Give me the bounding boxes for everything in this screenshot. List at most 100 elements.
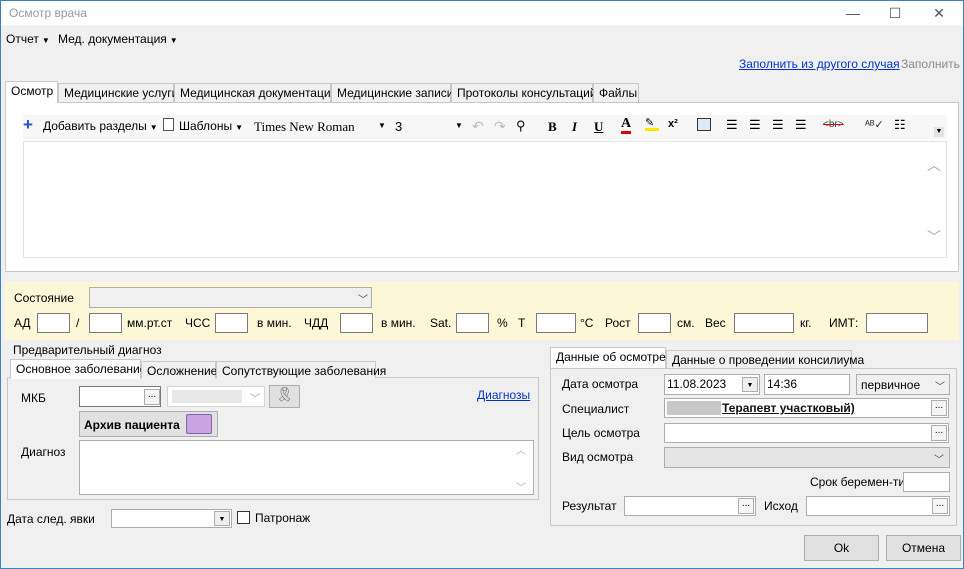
chevron-down-icon: ﹀ — [935, 382, 945, 393]
tab-files[interactable]: Файлы — [593, 83, 639, 102]
height-label: Рост — [605, 316, 631, 330]
temperature-unit: °С — [580, 316, 594, 330]
specialist-label: Специалист — [562, 402, 630, 416]
caret-down-icon: ▼ — [455, 121, 463, 130]
ok-button[interactable]: Ok — [804, 535, 879, 561]
font-family-select[interactable]: Times New Roman ▼ — [251, 117, 389, 137]
cancel-button[interactable]: Отмена — [886, 535, 961, 561]
heart-rate-label: ЧСС — [185, 316, 211, 330]
templates-label: Шаблоны — [179, 119, 233, 133]
bold-icon[interactable]: B — [548, 119, 557, 135]
patient-archive-button[interactable]: Архив пациента — [79, 411, 218, 437]
tab-medical-records[interactable]: Медицинские записи — [331, 83, 454, 102]
scroll-up-icon[interactable]: ︿ — [516, 442, 526, 457]
pregnancy-term-label: Срок беремен-ти — [810, 475, 906, 489]
diagnosis-textarea[interactable]: ︿ ﹀ — [79, 440, 534, 495]
bp-diastolic-input[interactable] — [89, 313, 122, 333]
result-lookup-button[interactable]: ... — [738, 498, 754, 514]
exam-time-value: 14:36 — [767, 377, 798, 391]
align-left-icon[interactable]: ☰ — [726, 117, 738, 133]
clear-format-icon[interactable]: <br> — [823, 119, 844, 130]
specialist-lookup-button[interactable]: ... — [931, 400, 947, 416]
minimize-button[interactable]: — — [843, 3, 863, 23]
ribbon-icon[interactable]: 🎗 — [269, 385, 300, 408]
calendar-dropdown-icon[interactable]: ▼ — [214, 511, 230, 526]
exam-text-editor[interactable] — [23, 141, 947, 258]
align-justify-icon[interactable]: ☰ — [795, 117, 807, 133]
mkb-name-select[interactable]: ﹀ — [167, 386, 265, 407]
find-binoculars-icon[interactable]: ⚲ — [516, 118, 526, 134]
redo-icon[interactable]: ↷ — [494, 118, 506, 135]
pregnancy-term-input[interactable] — [903, 472, 950, 492]
tab-main-disease[interactable]: Основное заболевание — [10, 359, 146, 379]
mkb-lookup-button[interactable]: ... — [144, 389, 160, 405]
outcome-input[interactable]: ... — [806, 496, 950, 516]
undo-icon[interactable]: ↶ — [472, 118, 484, 135]
scroll-up-icon[interactable]: ︿ — [927, 155, 941, 175]
exam-type-select[interactable]: первичное ﹀ — [856, 374, 950, 395]
diagnoses-link[interactable]: Диагнозы — [477, 388, 530, 402]
superscript-icon[interactable]: x² — [668, 118, 678, 130]
heart-rate-unit: в мин. — [257, 316, 292, 330]
tab-concomitant-diseases[interactable]: Сопутствующие заболевания — [216, 361, 386, 378]
font-color-icon[interactable]: A — [621, 117, 632, 134]
exam-purpose-label: Цель осмотра — [562, 426, 640, 440]
list-icon[interactable]: ☷ — [894, 117, 906, 133]
menu-bar: Отчет ▼ Мед. документация ▼ — [1, 27, 963, 49]
result-input[interactable]: ... — [624, 496, 756, 516]
saturation-input[interactable] — [456, 313, 489, 333]
tab-consultation-protocols[interactable]: Протоколы консультаций — [451, 83, 597, 102]
editor-toolbar — [23, 115, 947, 139]
align-right-icon[interactable]: ☰ — [772, 117, 784, 133]
menu-report-label: Отчет — [6, 32, 39, 46]
tab-complication[interactable]: Осложнение — [141, 361, 217, 378]
bp-label: АД — [14, 316, 31, 330]
scroll-down-icon[interactable]: ﹀ — [516, 479, 526, 494]
specialist-input[interactable]: Терапевт участковый) ... — [664, 398, 949, 418]
bmi-input[interactable] — [866, 313, 928, 333]
resp-rate-input[interactable] — [340, 313, 373, 333]
maximize-button[interactable]: ☐ — [885, 3, 905, 23]
underline-icon[interactable]: U — [594, 119, 603, 135]
italic-icon[interactable]: I — [572, 119, 577, 135]
weight-input[interactable] — [734, 313, 794, 333]
next-visit-date-input[interactable]: ▼ — [111, 509, 232, 528]
fill-from-other-case-link[interactable]: Заполнить из другого случая — [739, 57, 900, 71]
heart-rate-input[interactable] — [215, 313, 248, 333]
tab-consilium-data[interactable]: Данные о проведении консилиума — [666, 350, 864, 368]
close-button[interactable]: ✕ — [929, 3, 949, 23]
add-sections-button[interactable]: Добавить разделы ▼ — [43, 119, 158, 133]
fill-link[interactable]: Заполнить — [901, 57, 960, 71]
calendar-dropdown-icon[interactable]: ▼ — [742, 377, 758, 392]
mmhg-unit: мм.рт.ст — [127, 316, 173, 330]
state-select[interactable]: ﹀ — [89, 287, 372, 308]
temperature-input[interactable] — [536, 313, 576, 333]
exam-time-input[interactable]: 14:36 — [764, 374, 850, 395]
menu-report[interactable]: Отчет ▼ — [6, 32, 50, 46]
align-center-icon[interactable]: ☰ — [749, 117, 761, 133]
tab-medical-documentation[interactable]: Медицинская документация — [174, 83, 337, 102]
state-label: Состояние — [14, 291, 74, 305]
purpose-lookup-button[interactable]: ... — [931, 425, 947, 441]
highlight-icon[interactable]: ✎ — [645, 118, 659, 131]
insert-image-icon[interactable] — [697, 118, 711, 131]
menu-med-docs[interactable]: Мед. документация ▼ — [58, 32, 178, 46]
tab-exam-data[interactable]: Данные об осмотре — [550, 347, 666, 368]
exam-window: Осмотр врача — ☐ ✕ Отчет ▼ Мед. документа… — [0, 0, 964, 569]
exam-purpose-input[interactable]: ... — [664, 423, 949, 443]
height-input[interactable] — [638, 313, 671, 333]
tab-medical-services[interactable]: Медицинские услуги — [58, 83, 178, 102]
spellcheck-icon[interactable]: ᴬᴮ✓ — [865, 118, 884, 131]
templates-button[interactable]: Шаблоны ▼ — [179, 119, 243, 133]
exam-date-value: 11.08.2023 — [667, 377, 727, 391]
patronage-checkbox[interactable] — [237, 511, 250, 524]
templates-icon — [163, 118, 174, 131]
exam-date-input[interactable]: 11.08.2023 ▼ — [664, 374, 760, 395]
font-size-select[interactable]: 3 ▼ — [391, 117, 465, 137]
scroll-down-icon[interactable]: ﹀ — [927, 227, 941, 247]
outcome-lookup-button[interactable]: ... — [932, 498, 948, 514]
exam-kind-select[interactable]: ﹀ — [664, 447, 950, 468]
bp-systolic-input[interactable] — [37, 313, 70, 333]
toolbar-overflow-icon[interactable]: ▼ — [934, 127, 944, 137]
tab-osmotr[interactable]: Осмотр — [5, 81, 58, 103]
